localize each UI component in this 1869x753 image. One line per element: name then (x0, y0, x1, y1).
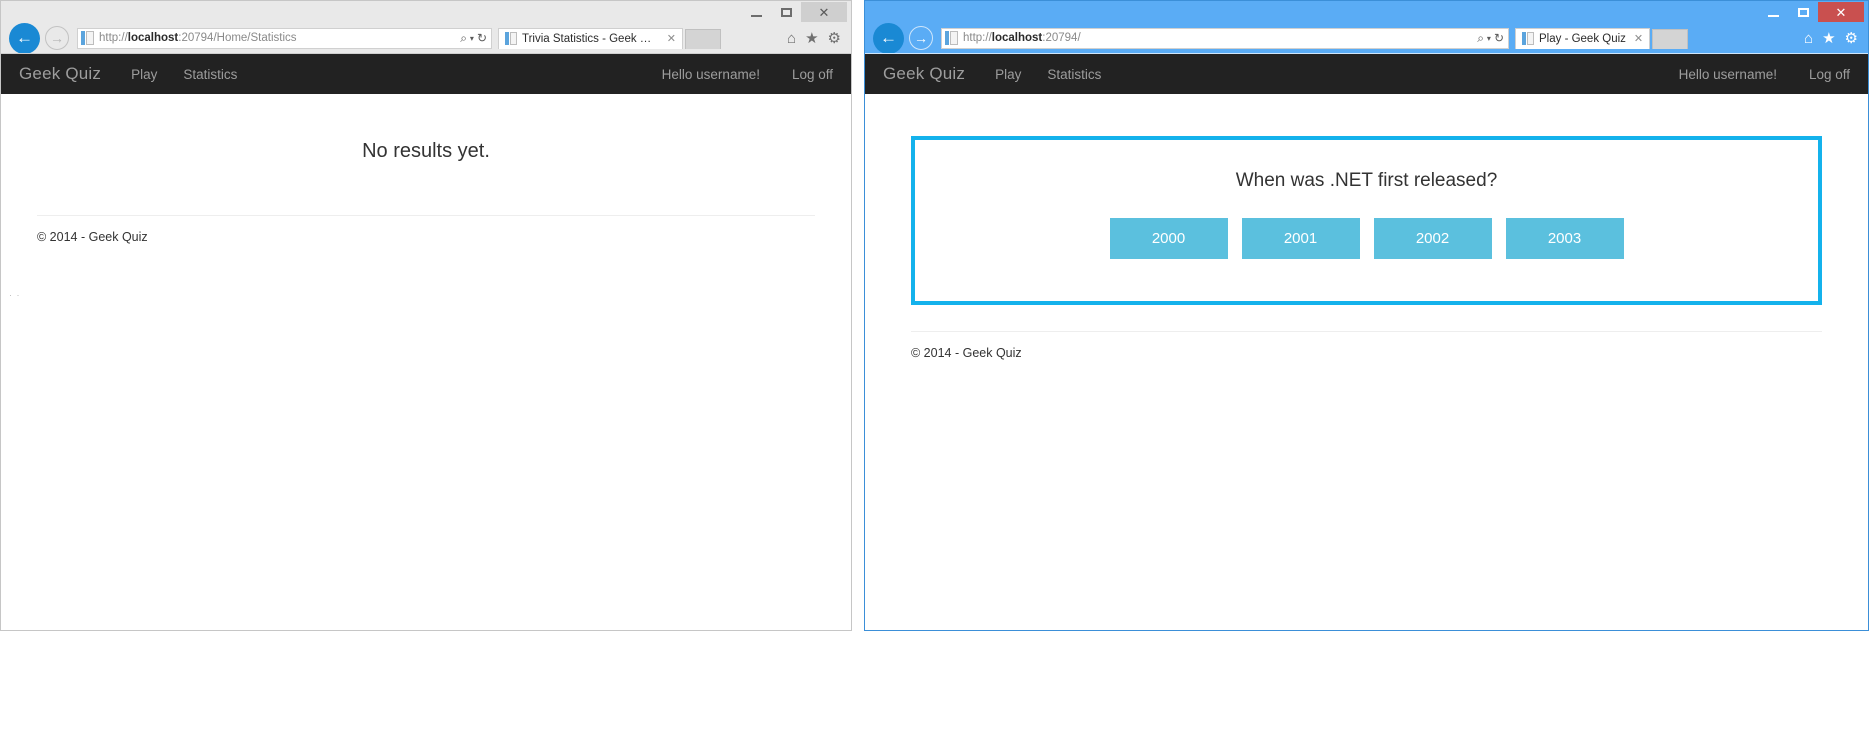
refresh-icon[interactable]: ↻ (477, 31, 487, 45)
tab-strip: Play - Geek Quiz ✕ (1515, 27, 1796, 49)
title-bar[interactable]: ✕ (1, 1, 851, 23)
page-footer: © 2014 - Geek Quiz (37, 230, 148, 244)
back-arrow-icon: ← (16, 28, 33, 47)
toolbar-icons: ⌂ ★ ⚙ (779, 29, 845, 48)
site-brand[interactable]: Geek Quiz (19, 64, 101, 84)
address-bar-icons: ⌕ ▾ ↻ (1477, 31, 1504, 46)
forward-arrow-icon: → (914, 30, 928, 46)
maximize-button[interactable] (1788, 2, 1818, 22)
close-button[interactable]: ✕ (801, 2, 847, 22)
toolbar-icons: ⌂ ★ ⚙ (1796, 29, 1862, 48)
address-bar[interactable]: http://localhost:20794/Home/Statistics ⌕… (77, 27, 492, 49)
maximize-button[interactable] (771, 2, 801, 22)
new-tab-button[interactable] (1652, 28, 1689, 49)
minimize-button[interactable] (1758, 2, 1788, 22)
nav-item-statistics[interactable]: Statistics (183, 67, 237, 82)
close-icon: ✕ (818, 4, 830, 20)
search-icon[interactable]: ⌕ (1477, 31, 1484, 46)
site-nav-links: Play Statistics (131, 67, 237, 82)
site-navbar: Geek Quiz Play Statistics Hello username… (1, 54, 851, 94)
page-footer: © 2014 - Geek Quiz (911, 346, 1022, 360)
site-nav-user: Hello username! Log off (662, 67, 833, 82)
title-bar[interactable]: ✕ (865, 1, 1868, 23)
forward-button[interactable]: → (909, 26, 933, 50)
nav-item-play[interactable]: Play (995, 67, 1021, 82)
browser-toolbar: ← → http://localhost:20794/Home/Statisti… (1, 22, 851, 54)
answer-option-2000[interactable]: 2000 (1109, 218, 1228, 259)
close-icon: ✕ (1835, 4, 1847, 20)
resize-dots: · · (9, 290, 21, 300)
page-viewport-play: Geek Quiz Play Statistics Hello username… (865, 53, 1868, 630)
refresh-icon[interactable]: ↻ (1494, 31, 1504, 45)
maximize-icon (780, 7, 792, 17)
forward-button[interactable]: → (45, 26, 69, 50)
quiz-answers: 2000 2001 2002 2003 (915, 218, 1818, 259)
logoff-link[interactable]: Log off (792, 67, 833, 82)
settings-gear-icon[interactable]: ⚙ (1845, 29, 1858, 47)
browser-tab[interactable]: Trivia Statistics - Geek Quiz ✕ (498, 27, 683, 49)
close-button[interactable]: ✕ (1818, 2, 1864, 22)
chevron-down-icon[interactable]: ▾ (470, 34, 474, 43)
favorites-star-icon[interactable]: ★ (805, 29, 818, 47)
minimize-button[interactable] (741, 2, 771, 22)
page-icon (81, 31, 94, 45)
favorites-star-icon[interactable]: ★ (1822, 29, 1835, 47)
nav-item-statistics[interactable]: Statistics (1047, 67, 1101, 82)
minimize-icon (1767, 14, 1779, 17)
address-bar[interactable]: http://localhost:20794/ ⌕ ▾ ↻ (941, 27, 1509, 49)
tab-title: Play - Geek Quiz (1539, 32, 1626, 45)
logoff-link[interactable]: Log off (1809, 67, 1850, 82)
forward-arrow-icon: → (50, 30, 64, 46)
site-nav-user: Hello username! Log off (1679, 67, 1850, 82)
site-navbar: Geek Quiz Play Statistics Hello username… (865, 54, 1868, 94)
settings-gear-icon[interactable]: ⚙ (828, 29, 841, 47)
browser-tab[interactable]: Play - Geek Quiz ✕ (1515, 27, 1651, 49)
back-arrow-icon: ← (880, 28, 897, 47)
browser-window-play[interactable]: ✕ ← → http://localhost:20794/ ⌕ ▾ ↻ Play… (864, 0, 1869, 631)
tab-page-icon (1522, 32, 1534, 45)
user-greeting[interactable]: Hello username! (662, 67, 760, 82)
site-nav-links: Play Statistics (995, 67, 1101, 82)
tab-page-icon (505, 32, 517, 45)
quiz-panel: When was .NET first released? 2000 2001 … (911, 136, 1822, 305)
search-icon[interactable]: ⌕ (460, 31, 467, 46)
tab-title: Trivia Statistics - Geek Quiz (522, 32, 659, 45)
page-viewport-statistics: Geek Quiz Play Statistics Hello username… (1, 53, 851, 630)
no-results-message: No results yet. (362, 140, 490, 162)
address-url: http://localhost:20794/Home/Statistics (99, 32, 297, 44)
browser-window-statistics[interactable]: ✕ ← → http://localhost:20794/Home/Statis… (0, 0, 852, 631)
page-content: No results yet. © 2014 - Geek Quiz (1, 94, 851, 244)
site-brand[interactable]: Geek Quiz (883, 64, 965, 84)
answer-option-2002[interactable]: 2002 (1373, 218, 1492, 259)
window-controls: ✕ (1758, 1, 1864, 23)
chevron-down-icon[interactable]: ▾ (1487, 34, 1491, 43)
home-icon[interactable]: ⌂ (1804, 30, 1813, 47)
tab-strip: Trivia Statistics - Geek Quiz ✕ (498, 27, 779, 49)
address-url: http://localhost:20794/ (963, 32, 1081, 44)
answer-option-2001[interactable]: 2001 (1241, 218, 1360, 259)
back-button[interactable]: ← (873, 22, 904, 54)
desktop-background: ✕ ← → http://localhost:20794/Home/Statis… (0, 0, 1869, 753)
tab-close-icon[interactable]: ✕ (667, 32, 676, 45)
answer-option-2003[interactable]: 2003 (1505, 218, 1624, 259)
address-bar-icons: ⌕ ▾ ↻ (460, 31, 487, 46)
page-icon (945, 31, 958, 45)
minimize-icon (750, 14, 762, 17)
browser-toolbar: ← → http://localhost:20794/ ⌕ ▾ ↻ Play -… (865, 22, 1868, 54)
quiz-question: When was .NET first released? (1235, 170, 1498, 191)
maximize-icon (1797, 7, 1809, 17)
user-greeting[interactable]: Hello username! (1679, 67, 1777, 82)
nav-item-play[interactable]: Play (131, 67, 157, 82)
back-button[interactable]: ← (9, 22, 40, 54)
home-icon[interactable]: ⌂ (787, 30, 796, 47)
window-controls: ✕ (741, 1, 847, 23)
tab-close-icon[interactable]: ✕ (1634, 32, 1643, 45)
quiz-area: When was .NET first released? 2000 2001 … (865, 94, 1868, 305)
new-tab-button[interactable] (685, 28, 721, 49)
